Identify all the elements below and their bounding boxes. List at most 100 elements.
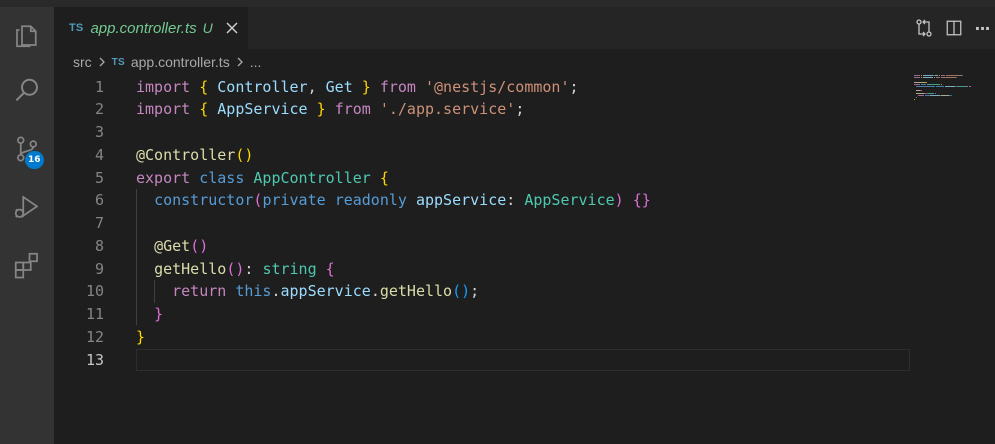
minimap-token xyxy=(945,86,955,87)
more-actions-icon[interactable]: ··· xyxy=(973,17,991,39)
code-line[interactable]: 9 getHello(): string { xyxy=(54,257,910,280)
indent-guide xyxy=(136,188,137,326)
tab-app-controller[interactable]: TS app.controller.ts U xyxy=(54,7,248,49)
activity-source-control[interactable]: 16 xyxy=(0,125,54,173)
minimap-token xyxy=(914,77,920,79)
chevron-right-icon xyxy=(235,57,245,67)
code-line[interactable]: 8 @Get() xyxy=(54,234,910,257)
code-line[interactable]: 12} xyxy=(54,325,910,348)
line-number: 8 xyxy=(94,236,104,255)
minimap-token xyxy=(921,83,926,85)
code-line[interactable]: 10 return this.appService.getHello(); xyxy=(54,280,910,303)
editor-actions: ··· xyxy=(905,7,995,49)
minimap-token xyxy=(914,83,920,85)
minimap-token xyxy=(930,94,940,96)
source-control-badge: 16 xyxy=(25,151,44,169)
minimap-token xyxy=(935,92,936,94)
minimap-token xyxy=(928,92,934,94)
code-line[interactable]: 2 import { AppService } from './app.servi… xyxy=(54,98,910,121)
code-line[interactable]: 4 @Controller() xyxy=(54,143,910,166)
code-line[interactable]: 7 xyxy=(54,212,910,235)
minimap-token xyxy=(921,75,922,76)
line-number: 11 xyxy=(85,305,104,323)
minimap-token xyxy=(936,86,944,87)
minimap-token xyxy=(921,77,922,79)
line-number: 3 xyxy=(94,123,104,141)
activity-explorer[interactable] xyxy=(0,11,54,59)
code-line[interactable]: 13 xyxy=(54,348,910,371)
minimap-token xyxy=(951,94,952,96)
breadcrumb-file[interactable]: app.controller.ts xyxy=(131,54,230,70)
code-text: getHello(): string { xyxy=(154,259,335,278)
breadcrumb-folder[interactable]: src xyxy=(73,54,92,70)
code-text: } xyxy=(136,327,146,346)
code-line[interactable]: 1 import { Controller, Get } from '@nestj… xyxy=(54,75,910,98)
minimap-token xyxy=(923,77,933,79)
code-line[interactable]: 6 constructor(private readonly appServic… xyxy=(54,189,910,212)
minimap-token xyxy=(956,77,957,79)
minimap-token xyxy=(941,77,956,79)
code-text: return this.appService.getHello(); xyxy=(172,282,480,301)
line-number: 6 xyxy=(94,191,104,210)
tab-git-status: U xyxy=(202,20,213,36)
minimap-token xyxy=(946,75,962,76)
minimap-token xyxy=(941,75,945,76)
code-text: import { AppService } from './app.servic… xyxy=(136,100,525,119)
chevron-right-icon xyxy=(97,57,107,67)
tab-bar: TS app.controller.ts U ··· xyxy=(54,7,995,49)
code-text: constructor(private readonly appService:… xyxy=(154,191,651,210)
minimap-token xyxy=(941,83,942,85)
typescript-file-icon: TS xyxy=(69,22,84,34)
minimap-token xyxy=(934,77,935,79)
minimap-token xyxy=(916,92,924,94)
minimap-token xyxy=(969,86,971,87)
minimap-token xyxy=(939,75,940,76)
line-number: 2 xyxy=(94,100,104,119)
indent-guide xyxy=(154,279,156,303)
line-number: 4 xyxy=(94,145,104,164)
minimap-token xyxy=(914,75,920,76)
open-changes-icon[interactable] xyxy=(913,17,935,39)
minimap-token xyxy=(927,83,940,85)
tab-title: app.controller.ts xyxy=(90,19,197,37)
code-line[interactable]: 11 } xyxy=(54,303,910,326)
minimap-token xyxy=(936,77,940,79)
minimap-token xyxy=(916,97,917,98)
breadcrumb-symbols[interactable]: ... xyxy=(250,54,262,70)
line-number: 13 xyxy=(85,350,104,369)
minimap-token xyxy=(967,86,968,87)
activity-search[interactable] xyxy=(0,67,54,115)
split-editor-icon[interactable] xyxy=(943,17,965,39)
activity-extensions[interactable] xyxy=(0,241,54,289)
code-text: @Get() xyxy=(154,236,209,255)
run-debug-icon xyxy=(14,195,39,218)
activity-run-debug[interactable] xyxy=(0,183,54,231)
minimap-token xyxy=(914,99,915,101)
code-text: } xyxy=(154,305,164,323)
minimap-token xyxy=(962,75,963,76)
activity-bar: 16 xyxy=(0,7,54,444)
explorer-icon xyxy=(16,25,37,48)
minimap-token xyxy=(928,86,935,87)
line-number: 5 xyxy=(94,168,104,187)
close-icon[interactable] xyxy=(225,21,239,35)
breadcrumb: src TS app.controller.ts ... xyxy=(54,49,261,75)
line-number: 9 xyxy=(94,259,104,278)
search-icon xyxy=(15,78,38,102)
extensions-icon xyxy=(14,252,38,279)
code-line[interactable]: 5 export class AppController { xyxy=(54,166,910,189)
minimap[interactable] xyxy=(914,75,984,115)
code-line[interactable]: 3 xyxy=(54,121,910,144)
code-editor[interactable]: 1 import { Controller, Get } from '@nestj… xyxy=(54,75,910,444)
minimap-token xyxy=(918,94,924,96)
typescript-file-icon: TS xyxy=(111,56,125,68)
code-text: export class AppController { xyxy=(136,168,389,187)
code-text: import { Controller, Get } from '@nestjs… xyxy=(136,77,579,96)
line-number: 10 xyxy=(85,282,104,301)
title-strip xyxy=(0,0,995,7)
minimap-token xyxy=(915,81,925,83)
minimap-token xyxy=(941,94,949,96)
minimap-token xyxy=(923,75,933,76)
minimap-token xyxy=(935,75,938,76)
code-text: @Controller() xyxy=(136,145,254,164)
